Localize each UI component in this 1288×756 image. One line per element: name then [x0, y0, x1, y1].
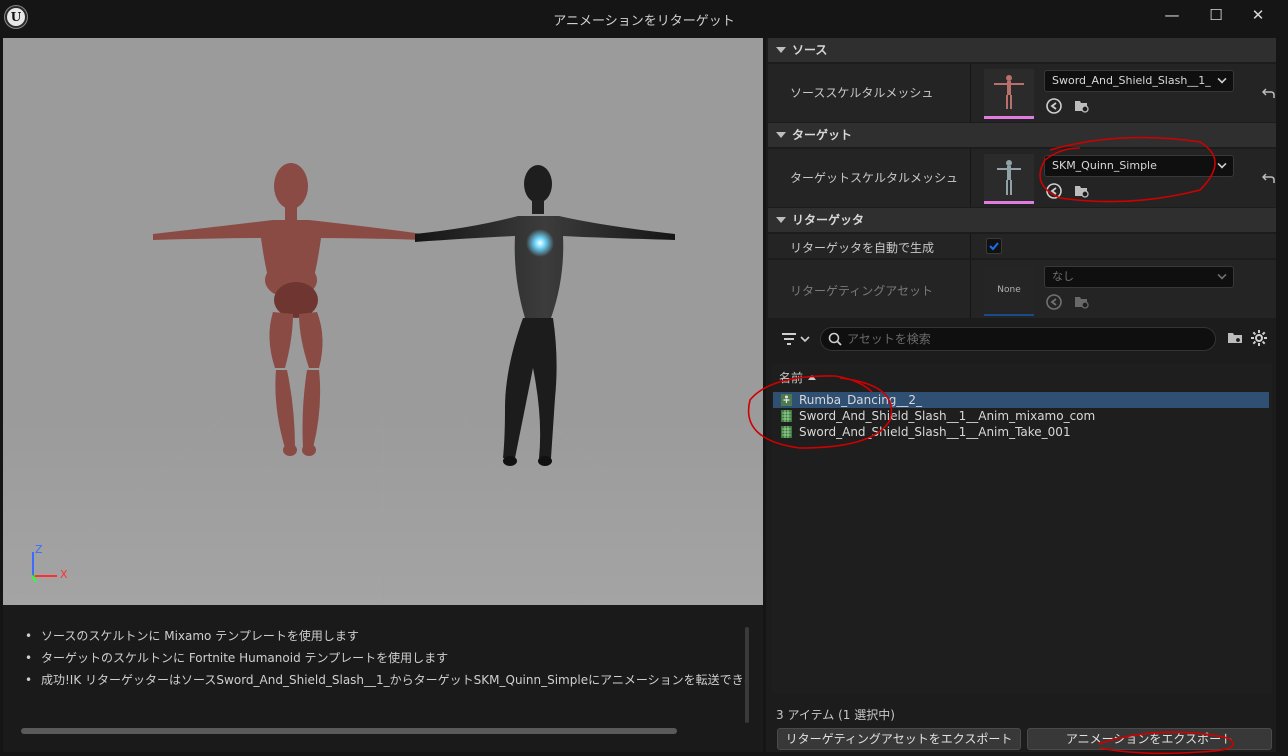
list-item-name: Sword_And_Shield_Slash__1__Anim_mixamo_c…	[799, 409, 1096, 423]
log-message: ターゲットのスケルトンに Fortnite Humanoid テンプレートを使用…	[25, 647, 745, 669]
collapse-arrow-icon	[776, 47, 786, 53]
folder-icon[interactable]	[1226, 329, 1244, 347]
retargeting-asset-value: なし	[1052, 270, 1074, 283]
source-mesh-label: ソーススケルタルメッシュ	[790, 86, 934, 100]
preview-viewport[interactable]: Z X Y	[3, 38, 763, 605]
anim-sequence-icon	[781, 426, 792, 438]
filter-icon[interactable]	[776, 328, 810, 350]
target-section-header[interactable]: ターゲット	[768, 123, 1276, 147]
list-item[interactable]: Rumba_Dancing__2_	[773, 392, 1269, 408]
log-message: 成功!IK リターゲッターはソースSword_And_Shield_Slash_…	[25, 669, 745, 691]
collapse-arrow-icon	[776, 217, 786, 223]
axis-y-label: Y	[31, 573, 36, 582]
name-column-header[interactable]: 名前	[772, 368, 1272, 388]
target-mesh-thumbnail[interactable]	[984, 154, 1034, 204]
source-mesh-value: Sword_And_Shield_Slash__1_	[1052, 74, 1211, 87]
retargeter-header-label: リターゲッタ	[792, 213, 865, 227]
column-divider	[970, 234, 971, 258]
column-divider	[970, 149, 971, 207]
target-header-label: ターゲット	[792, 128, 853, 142]
retargeting-asset-thumbnail[interactable]: None	[984, 266, 1034, 316]
axis-x-label: X	[60, 568, 68, 581]
find-in-browser-icon[interactable]	[1074, 294, 1090, 310]
browse-arrow-icon[interactable]	[1046, 98, 1062, 114]
log-horizontal-scrollbar[interactable]	[21, 728, 677, 734]
target-mesh-label: ターゲットスケルタルメッシュ	[790, 171, 959, 185]
viewport-scene	[3, 163, 763, 605]
chevron-down-icon	[1217, 74, 1227, 84]
sort-ascending-icon	[808, 375, 817, 380]
reset-arrow-icon[interactable]	[1262, 171, 1276, 185]
find-in-browser-icon[interactable]	[1074, 98, 1090, 114]
list-item-name: Sword_And_Shield_Slash__1__Anim_Take_001	[799, 425, 1071, 439]
export-retargeter-button[interactable]: リターゲティングアセットをエクスポート	[777, 728, 1021, 750]
title-bar: U アニメーションをリターゲット — ☐ ✕	[0, 0, 1288, 36]
right-scrollbar[interactable]	[1278, 38, 1288, 756]
list-item[interactable]: Sword_And_Shield_Slash__1__Anim_mixamo_c…	[773, 408, 1269, 424]
retargeting-asset-row: リターゲティングアセット None なし	[768, 260, 1276, 318]
close-button[interactable]: ✕	[1240, 4, 1276, 26]
search-icon	[828, 332, 842, 346]
column-divider	[970, 260, 971, 318]
retargeting-asset-label: リターゲティングアセット	[790, 284, 934, 298]
skeleton-icon	[781, 394, 792, 406]
item-count-status: 3 アイテム (1 選択中)	[776, 708, 895, 722]
chevron-down-icon	[1217, 159, 1227, 169]
retargeter-section-header[interactable]: リターゲッタ	[768, 208, 1276, 232]
chevron-down-icon	[1217, 270, 1227, 280]
browse-arrow-icon[interactable]	[1046, 183, 1062, 199]
minimize-button[interactable]: —	[1154, 4, 1190, 26]
source-mesh-thumbnail[interactable]	[984, 69, 1034, 119]
search-placeholder: アセットを検索	[847, 332, 931, 346]
asset-search-input[interactable]: アセットを検索	[820, 327, 1216, 351]
source-header-label: ソース	[792, 43, 828, 57]
asset-list: 名前 Rumba_Dancing__2_ Sword_And_Shield_Sl…	[772, 364, 1272, 694]
column-divider	[970, 64, 971, 122]
retargeting-asset-dropdown[interactable]: なし	[1044, 266, 1234, 288]
target-mesh-dropdown[interactable]: SKM_Quinn_Simple	[1044, 155, 1234, 177]
target-mesh-row: ターゲットスケルタルメッシュ SKM_Quinn_Simple	[768, 149, 1276, 207]
asset-browser-toolbar: アセットを検索	[770, 326, 1276, 352]
source-section-header[interactable]: ソース	[768, 38, 1276, 62]
source-mesh-dropdown[interactable]: Sword_And_Shield_Slash__1_	[1044, 70, 1234, 92]
find-in-browser-icon[interactable]	[1074, 183, 1090, 199]
auto-generate-row: リターゲッタを自動で生成	[768, 234, 1276, 258]
list-item-name: Rumba_Dancing__2_	[799, 393, 923, 407]
anim-sequence-icon	[781, 410, 792, 422]
auto-generate-label: リターゲッタを自動で生成	[790, 241, 935, 255]
axis-z-label: Z	[35, 543, 43, 556]
name-column-label: 名前	[779, 371, 804, 385]
list-item[interactable]: Sword_And_Shield_Slash__1__Anim_Take_001	[773, 424, 1269, 440]
log-list: ソースのスケルトンに Mixamo テンプレートを使用します ターゲットのスケル…	[25, 625, 745, 691]
export-animation-button[interactable]: アニメーションをエクスポート	[1027, 728, 1272, 750]
collapse-arrow-icon	[776, 132, 786, 138]
settings-gear-icon[interactable]	[1250, 329, 1268, 347]
window-title: アニメーションをリターゲット	[553, 14, 735, 29]
log-message: ソースのスケルトンに Mixamo テンプレートを使用します	[25, 625, 745, 647]
log-panel: ソースのスケルトンに Mixamo テンプレートを使用します ターゲットのスケル…	[3, 605, 763, 752]
source-mannequin	[153, 163, 423, 456]
maximize-button[interactable]: ☐	[1198, 4, 1234, 26]
checkmark-icon	[989, 242, 999, 251]
auto-generate-checkbox[interactable]	[986, 238, 1002, 254]
browse-arrow-icon[interactable]	[1046, 294, 1062, 310]
target-mesh-value: SKM_Quinn_Simple	[1052, 159, 1157, 172]
details-panel: ソース ソーススケルタルメッシュ Sword_And_Shield_Slash_…	[766, 38, 1276, 752]
reset-arrow-icon[interactable]	[1262, 86, 1276, 100]
source-mesh-row: ソーススケルタルメッシュ Sword_And_Shield_Slash__1_	[768, 64, 1276, 122]
log-vertical-scrollbar[interactable]	[745, 627, 749, 723]
